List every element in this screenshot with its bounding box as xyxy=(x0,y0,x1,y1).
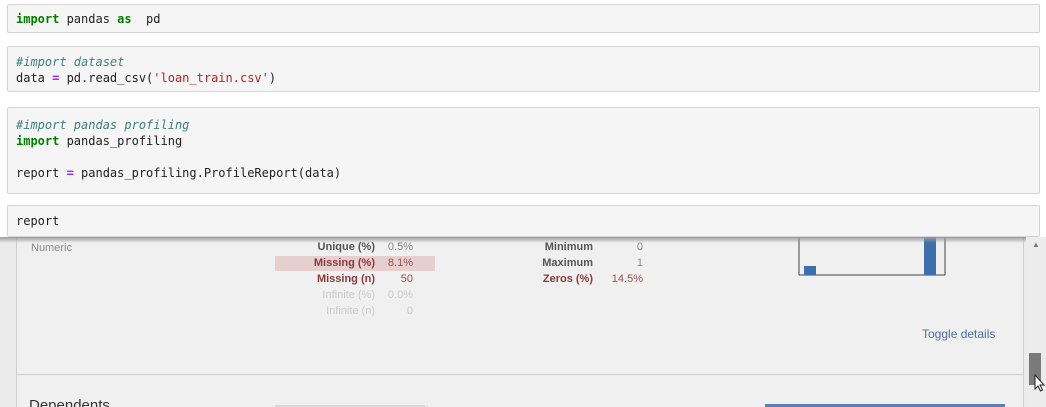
variable-panel: Numeric Unique (%) 0.5% Missing (%) 8.1% Mis… xyxy=(16,237,1024,407)
profile-report-output: Numeric Unique (%) 0.5% Missing (%) 8.1% Mis… xyxy=(0,237,1046,407)
stat-label: Zeros (%) xyxy=(542,273,593,285)
code-token: #import dataset xyxy=(16,55,125,69)
toggle-details-link[interactable]: Toggle details xyxy=(922,327,995,341)
stats-table-right: Minimum 0 Maximum 1 Zeros (%) 14.5% xyxy=(507,240,667,290)
stat-value: 1 xyxy=(636,257,643,269)
code-line: import pandas as pd xyxy=(16,11,1031,27)
code-line: #import pandas profiling xyxy=(16,117,1031,133)
code-token: report xyxy=(16,214,60,228)
stat-row: Infinite (n) 0 xyxy=(275,304,435,319)
mini-histogram xyxy=(798,237,946,276)
stat-label: Infinite (n) xyxy=(326,305,375,317)
code-token: report xyxy=(16,166,67,180)
dependents-heading: Dependents xyxy=(29,397,110,407)
stat-value: 8.1% xyxy=(387,257,413,269)
stat-label: Infinite (%) xyxy=(322,289,375,301)
output-top-shadow xyxy=(0,237,1046,243)
code-token: = xyxy=(66,166,74,180)
code-line: #import dataset xyxy=(16,54,1031,70)
code-line: import pandas_profiling xyxy=(16,133,1031,149)
stat-label: Missing (%) xyxy=(313,257,375,269)
stat-value: 50 xyxy=(400,273,413,285)
stat-row: Zeros (%) 14.5% xyxy=(507,272,667,287)
code-token: pd.read_csv( xyxy=(59,71,154,85)
code-token: data xyxy=(16,71,53,85)
stat-row: Missing (%) 8.1% xyxy=(275,256,435,271)
code-line: report xyxy=(16,213,1031,229)
stat-row: Missing (n) 50 xyxy=(275,272,435,287)
code-token: 'loan_train.csv' xyxy=(153,71,269,85)
stat-value: 0 xyxy=(406,305,413,317)
scroll-up-arrow-icon[interactable]: ▲ xyxy=(1029,240,1043,250)
stat-value: 14.5% xyxy=(611,273,643,285)
code-token: pandas_profiling.ProfileReport(data) xyxy=(73,166,342,180)
code-line: report = pandas_profiling.ProfileReport(… xyxy=(16,165,1031,181)
panel-divider xyxy=(17,374,1023,375)
code-token: import xyxy=(16,12,60,26)
variable-type-label: Numeric xyxy=(31,242,72,254)
code-cell-import-pandas[interactable]: import pandas as pd xyxy=(7,4,1040,33)
stat-row: Maximum 1 xyxy=(507,256,667,271)
code-token: pandas_profiling xyxy=(59,134,183,148)
code-token: pd xyxy=(131,12,161,26)
code-token: ) xyxy=(268,71,277,85)
mouse-cursor-icon xyxy=(1034,374,1046,392)
stats-table-left: Unique (%) 0.5% Missing (%) 8.1% Missing (n)… xyxy=(275,240,435,320)
code-cell-report[interactable]: report xyxy=(7,205,1040,237)
histogram-bar-zero xyxy=(804,266,816,275)
code-cell-pandas-profiling[interactable]: #import pandas profiling import pandas_pr… xyxy=(7,107,1040,194)
code-line: data = pd.read_csv('loan_train.csv') xyxy=(16,70,1031,86)
code-cell-import-dataset[interactable]: #import dataset data = pd.read_csv('loan_… xyxy=(7,46,1040,92)
code-token: pandas xyxy=(59,12,118,26)
stat-value: 0.0% xyxy=(387,289,413,301)
stat-label: Maximum xyxy=(542,257,593,269)
notebook-page: import pandas as pd #import dataset data … xyxy=(0,0,1046,407)
stat-label: Missing (n) xyxy=(316,273,375,285)
code-token: as xyxy=(117,12,132,26)
stat-row: Infinite (%) 0.0% xyxy=(275,288,435,303)
code-token: #import pandas profiling xyxy=(16,118,190,132)
code-token: import xyxy=(16,134,60,148)
